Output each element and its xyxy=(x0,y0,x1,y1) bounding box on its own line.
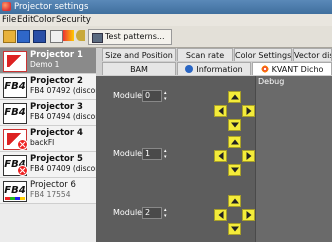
tab-row-primary: Size and Position Scan rate Color Settin… xyxy=(96,48,332,62)
menu-file[interactable]: File xyxy=(2,14,16,26)
error-badge-icon xyxy=(17,139,28,150)
tab-color-settings[interactable]: Color Settings xyxy=(234,48,292,61)
projector-name: Projector 3 xyxy=(30,102,83,112)
arrow-left-icon[interactable] xyxy=(214,105,227,117)
arrow-up-icon[interactable] xyxy=(228,195,241,207)
tab-scan-rate[interactable]: Scan rate xyxy=(177,48,233,61)
projector-item-1[interactable]: Projector 1 Demo 1 xyxy=(0,48,96,74)
arrow-down-icon[interactable] xyxy=(228,119,241,131)
title-bar: Projector settings xyxy=(0,0,332,14)
projector-thumbnail xyxy=(3,129,28,150)
projector-name: Projector 6 xyxy=(30,180,76,190)
projector-item-2[interactable]: FB4 Projector 2 FB4 07492 (disconnected) xyxy=(0,74,129,100)
save-icon[interactable] xyxy=(17,30,30,43)
arrow-up-icon[interactable] xyxy=(228,136,241,148)
projector-item-6[interactable]: FB4 Projector 6 FB4 17554 xyxy=(0,178,96,204)
tab-kvant-label: KVANT Dicho xyxy=(271,65,324,74)
module-block-2: Module # 2 xyxy=(96,194,255,242)
tab-vector-display[interactable]: Vector display xyxy=(293,48,332,61)
color-icon[interactable] xyxy=(63,30,74,41)
arrow-left-icon[interactable] xyxy=(214,150,227,162)
app-icon xyxy=(2,2,11,11)
projector-list: Projector 1 Demo 1 FB4 Projector 2 FB4 0… xyxy=(0,48,129,242)
kvant-icon xyxy=(260,64,269,73)
debug-panel xyxy=(255,76,332,242)
test-patterns-button[interactable]: Test patterns... xyxy=(88,29,172,45)
projector-item-5[interactable]: FB4 Projector 5 FB4 07409 (disconnected) xyxy=(0,152,129,178)
arrow-right-icon[interactable] xyxy=(242,150,255,162)
open-folder-icon[interactable] xyxy=(3,30,16,43)
menu-edit[interactable]: Edit xyxy=(17,14,33,26)
projector-status: Demo 1 xyxy=(30,60,60,69)
module-spinbox[interactable]: 1 xyxy=(142,148,169,160)
toolbar: Test patterns... xyxy=(0,26,332,48)
module-spinbox[interactable]: 0 xyxy=(142,90,169,102)
projector-thumbnail xyxy=(3,51,27,72)
arrow-left-icon[interactable] xyxy=(214,209,227,221)
projector-name: Projector 1 xyxy=(30,50,83,60)
arrow-right-icon[interactable] xyxy=(242,105,255,117)
tab-kvant-dicho[interactable]: KVANT Dicho xyxy=(252,62,332,75)
projector-name: Projector 4 xyxy=(30,128,83,138)
error-badge-icon xyxy=(17,165,28,176)
projector-name: Projector 5 xyxy=(30,154,83,164)
page-icon[interactable] xyxy=(50,30,63,43)
fb4-thumbnail: FB4 xyxy=(3,103,27,124)
menu-security[interactable]: Security xyxy=(56,14,91,26)
tab-bam[interactable]: BAM xyxy=(102,62,176,75)
menu-color[interactable]: Color xyxy=(33,14,55,26)
projector-icon[interactable] xyxy=(33,30,46,43)
projector-name: Projector 2 xyxy=(30,76,83,86)
debug-label: Debug xyxy=(258,77,285,86)
fb4-thumbnail: FB4 xyxy=(3,155,28,176)
module-block-0: Module # 0 xyxy=(96,76,255,131)
monitor-icon xyxy=(92,33,103,43)
arrow-right-icon[interactable] xyxy=(242,209,255,221)
projector-item-4[interactable]: Projector 4 backFl xyxy=(0,126,96,152)
projector-status: FB4 17554 xyxy=(30,190,71,199)
fb4-thumbnail: FB4 xyxy=(3,77,27,98)
projector-status: backFl xyxy=(30,138,55,147)
key-icon[interactable] xyxy=(76,30,85,41)
fb4-thumbnail: FB4 xyxy=(3,181,27,202)
projector-item-3[interactable]: FB4 Projector 3 FB4 07494 (disconnected) xyxy=(0,100,129,126)
tab-row-secondary: BAM Information KVANT Dicho xyxy=(96,62,332,76)
module-block-1: Module # 1 xyxy=(96,134,255,184)
arrow-up-icon[interactable] xyxy=(228,91,241,103)
test-patterns-label: Test patterns... xyxy=(105,32,165,41)
window-title: Projector settings xyxy=(14,2,89,12)
info-icon xyxy=(185,64,194,73)
tab-information[interactable]: Information xyxy=(177,62,251,75)
tab-information-label: Information xyxy=(196,65,243,74)
arrow-down-icon[interactable] xyxy=(228,223,241,235)
module-spinbox[interactable]: 2 xyxy=(142,207,169,219)
tab-size-and-position[interactable]: Size and Position xyxy=(102,48,176,61)
menu-bar: File Edit Color Security xyxy=(0,14,332,26)
arrow-down-icon[interactable] xyxy=(228,164,241,176)
